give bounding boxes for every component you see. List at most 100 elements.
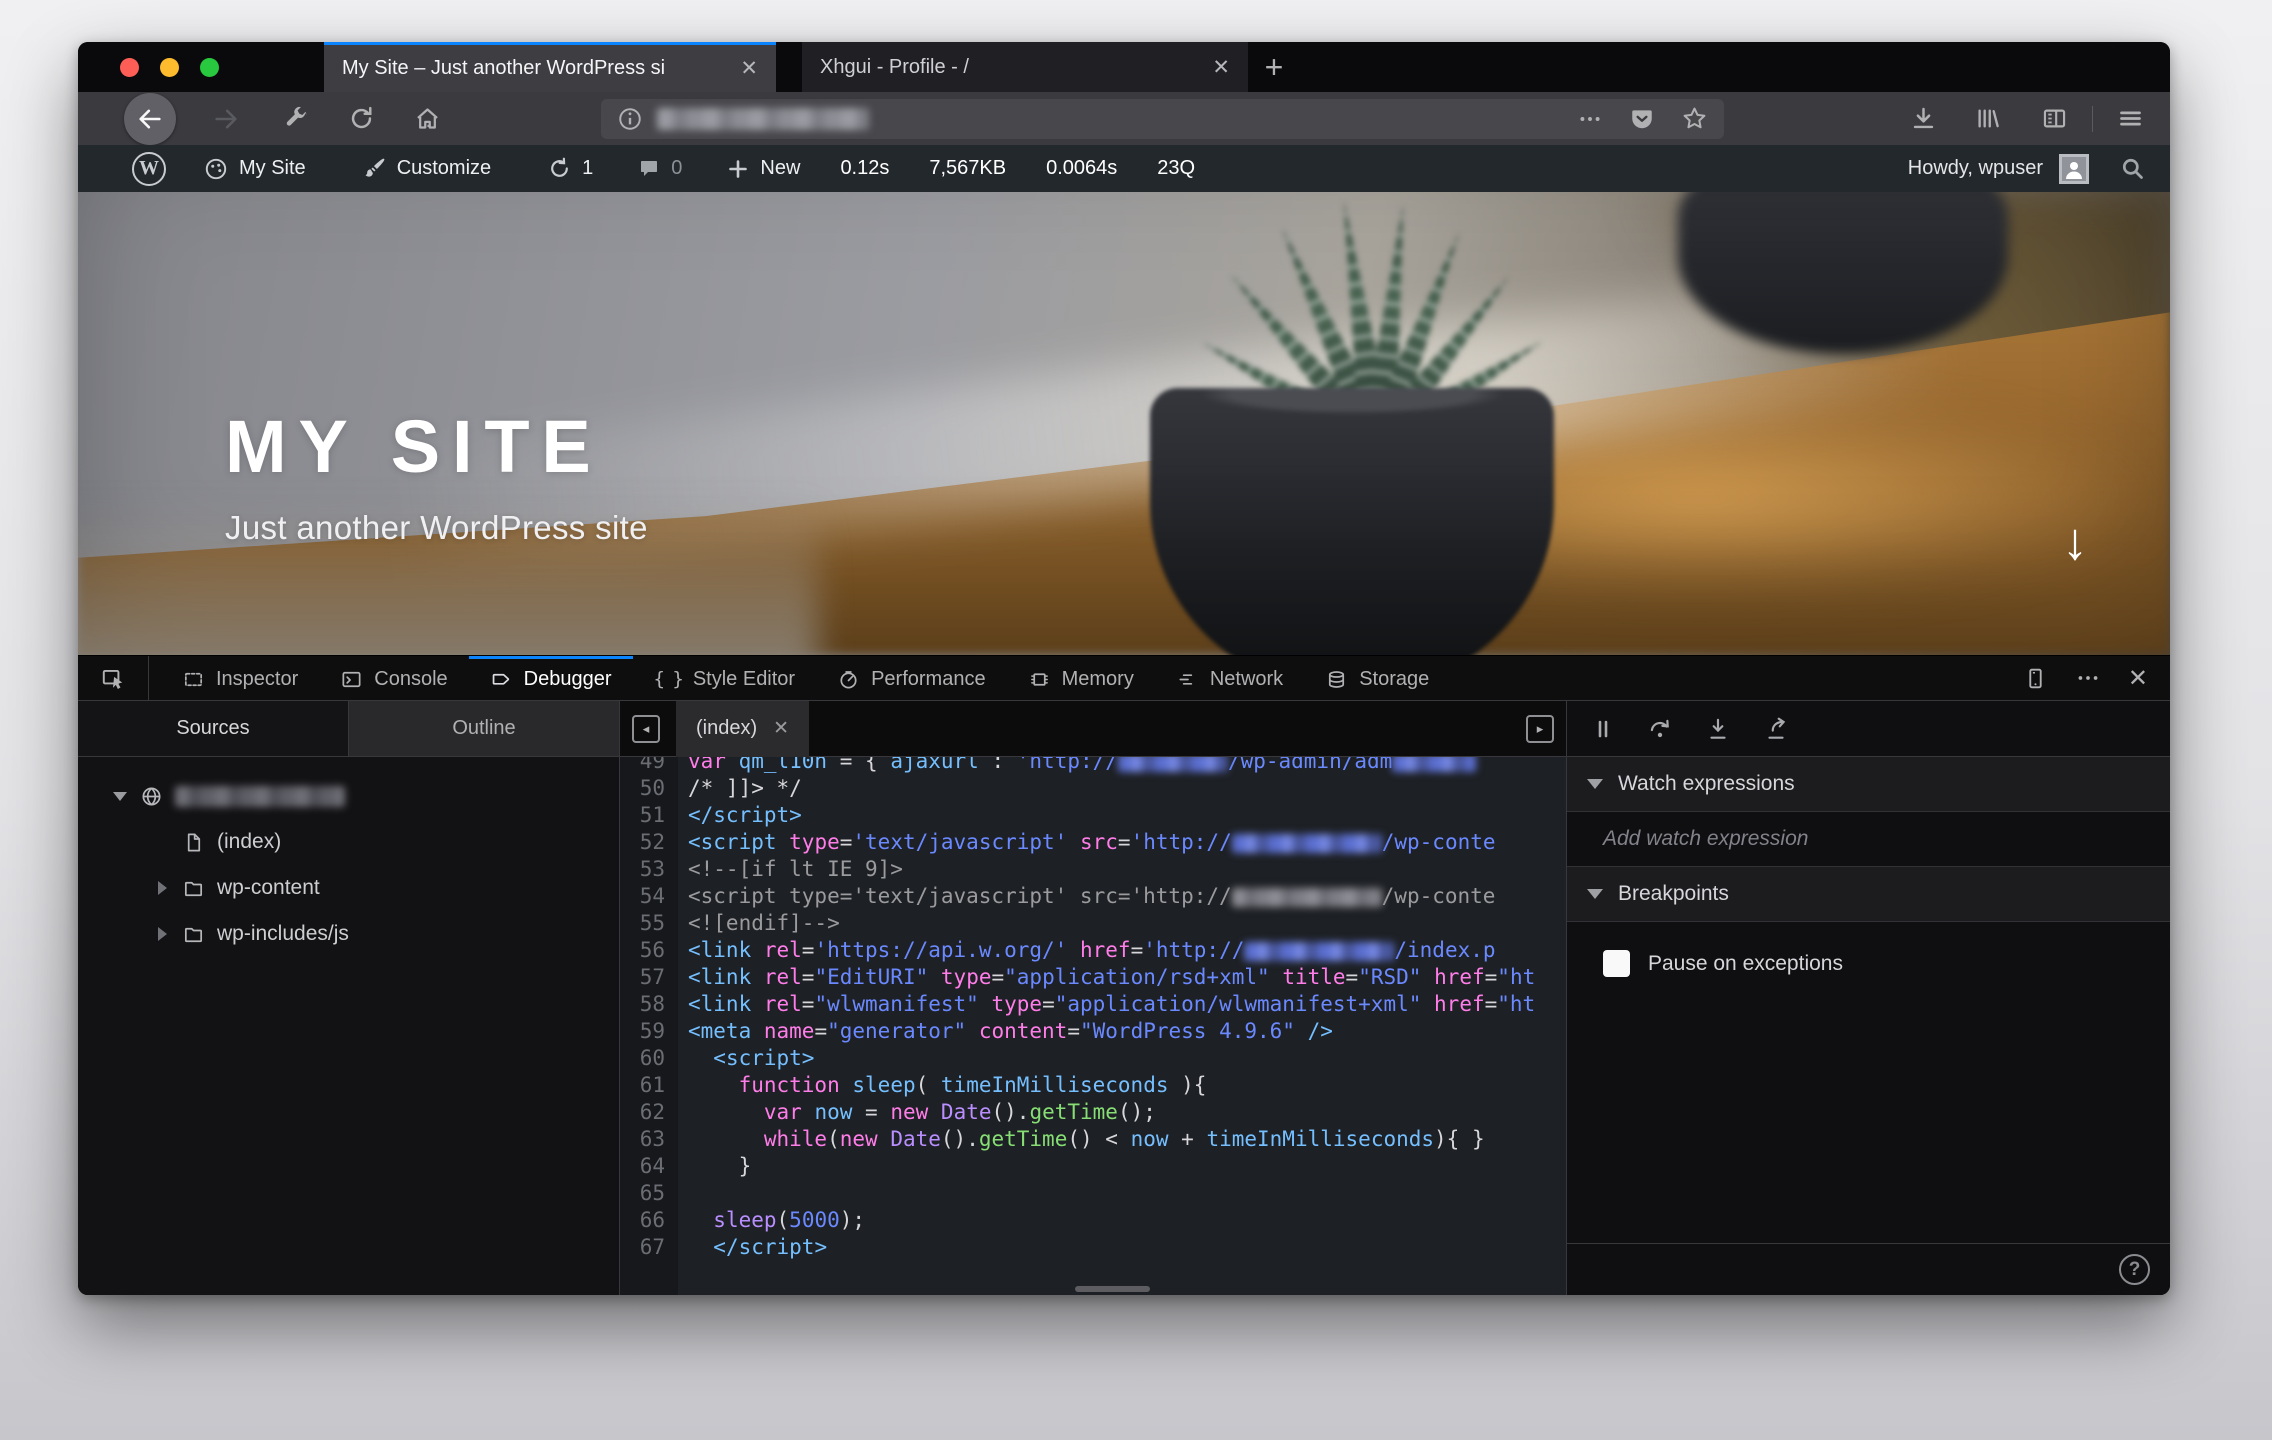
save-to-pocket-button[interactable] [1629, 106, 1655, 132]
collapse-sources-pane-button[interactable]: ◂ [632, 714, 660, 743]
expand-panes-button[interactable]: ▸ [1526, 714, 1554, 743]
step-in-button[interactable] [1705, 716, 1731, 742]
howdy-user-menu[interactable]: Howdy, wpuser [1908, 157, 2043, 180]
devtools-tab-performance[interactable]: Performance [816, 656, 1007, 700]
page-actions-button[interactable] [1577, 106, 1603, 132]
line-number[interactable]: 62 [620, 1099, 665, 1126]
line-number[interactable]: 49 [620, 757, 665, 775]
step-out-button[interactable] [1763, 716, 1789, 742]
devtools-tab-memory[interactable]: Memory [1007, 656, 1155, 700]
line-number[interactable]: 51 [620, 802, 665, 829]
horizontal-scrollbar[interactable] [1075, 1286, 1150, 1292]
line-number[interactable]: 67 [620, 1234, 665, 1261]
tree-item--index-[interactable]: (index) [78, 819, 619, 865]
blurred-url-text [657, 107, 869, 130]
line-number[interactable]: 50 [620, 775, 665, 802]
user-avatar[interactable] [2059, 153, 2089, 184]
source-file-tree: (index) wp-content wp-includes/js [78, 757, 619, 1295]
editor-file-tab[interactable]: (index) ✕ [676, 700, 810, 757]
performance-icon [837, 668, 860, 691]
code-line: <script type='text/javascript' src='http… [688, 830, 1496, 854]
line-number[interactable]: 55 [620, 910, 665, 937]
scroll-down-arrow[interactable]: ↓ [2062, 512, 2088, 572]
new-tab-button[interactable]: + [1248, 42, 1300, 92]
admin-bar-my-site[interactable]: My Site [203, 156, 306, 182]
forward-arrow-icon [215, 109, 237, 128]
line-number[interactable]: 63 [620, 1126, 665, 1153]
browser-tab-xhgui[interactable]: Xhgui - Profile - / ✕ [802, 42, 1248, 92]
expander-closed-icon[interactable] [150, 881, 174, 895]
expander-closed-icon[interactable] [150, 927, 174, 941]
forward-button[interactable] [212, 105, 240, 133]
line-number[interactable]: 56 [620, 937, 665, 964]
devtools-tab-strip: Inspector Console Debugger { } Style Editor P… [149, 656, 1450, 700]
blurred-url-text [1231, 833, 1382, 853]
bookmark-star-button[interactable] [1681, 105, 1708, 132]
tree-item-root[interactable] [78, 773, 619, 819]
close-tab-icon[interactable]: ✕ [740, 56, 758, 81]
line-number[interactable]: 57 [620, 964, 665, 991]
admin-bar-comments[interactable]: 0 [637, 157, 682, 181]
tree-item-wp-content[interactable]: wp-content [78, 865, 619, 911]
browser-tab-my-site[interactable]: My Site – Just another WordPress si ✕ [324, 42, 776, 92]
minimize-window-button[interactable] [160, 57, 179, 77]
devtools-tab-inspector[interactable]: Inspector [161, 656, 319, 700]
new-label: New [760, 157, 801, 179]
devtools-tab-console[interactable]: Console [319, 656, 468, 700]
pick-element-button[interactable] [78, 656, 148, 700]
line-number[interactable]: 64 [620, 1153, 665, 1180]
site-title[interactable]: MY SITE [225, 404, 648, 489]
breakpoints-header[interactable]: Breakpoints [1567, 867, 2170, 922]
line-number[interactable]: 54 [620, 883, 665, 910]
admin-search-button[interactable] [2119, 155, 2146, 182]
devtools-tab-storage[interactable]: Storage [1304, 656, 1450, 700]
library-button[interactable] [1974, 105, 2001, 132]
line-number[interactable]: 52 [620, 829, 665, 856]
reload-button[interactable] [348, 105, 375, 132]
devtools-menu-button[interactable] [2075, 665, 2101, 691]
code-line: <meta name="generator" content="WordPres… [688, 1019, 1333, 1043]
line-number[interactable]: 60 [620, 1045, 665, 1072]
pause-button[interactable] [1591, 717, 1615, 741]
admin-bar-updates[interactable]: 1 [547, 156, 593, 181]
code-line: <link rel="wlwmanifest" type="applicatio… [688, 992, 1536, 1016]
close-tab-icon[interactable]: ✕ [1212, 55, 1230, 80]
line-number[interactable]: 61 [620, 1072, 665, 1099]
menu-button[interactable] [2117, 105, 2144, 132]
line-number[interactable]: 58 [620, 991, 665, 1018]
url-bar[interactable] [601, 98, 1724, 139]
hamburger-menu-icon [2120, 111, 2141, 126]
tab-outline[interactable]: Outline [349, 701, 619, 756]
back-button[interactable] [124, 92, 176, 145]
site-info-icon[interactable] [617, 106, 643, 132]
line-number[interactable]: 53 [620, 856, 665, 883]
step-over-button[interactable] [1647, 716, 1673, 742]
pause-on-exceptions-checkbox[interactable] [1603, 950, 1630, 977]
devtools-tab-network[interactable]: Network [1155, 656, 1304, 700]
devtools-tab-debugger[interactable]: Debugger [468, 656, 633, 700]
line-number[interactable]: 65 [620, 1180, 665, 1207]
admin-bar-customize[interactable]: Customize [362, 156, 491, 181]
home-button[interactable] [414, 105, 441, 132]
close-devtools-button[interactable]: ✕ [2128, 664, 2148, 693]
zoom-window-button[interactable] [200, 57, 219, 77]
add-watch-expression-input[interactable]: Add watch expression [1567, 812, 2170, 867]
tree-item-wp-includes-js[interactable]: wp-includes/js [78, 911, 619, 957]
expander-open-icon[interactable] [108, 791, 132, 801]
line-number[interactable]: 59 [620, 1018, 665, 1045]
sidebar-toggle-button[interactable] [2041, 105, 2068, 132]
close-window-button[interactable] [120, 57, 139, 77]
watch-expressions-header[interactable]: Watch expressions [1567, 757, 2170, 812]
developer-tools-button[interactable] [283, 106, 309, 132]
downloads-button[interactable] [1910, 105, 1937, 132]
code-lines: var qm_l10n = { ajaxurl : 'http:///wp-ad… [678, 757, 1566, 1295]
line-number[interactable]: 66 [620, 1207, 665, 1234]
admin-bar-new[interactable]: New [726, 157, 800, 181]
help-button[interactable]: ? [2119, 1254, 2150, 1285]
responsive-design-mode-button[interactable] [2023, 666, 2048, 691]
close-file-icon[interactable]: ✕ [773, 717, 789, 740]
devtools-tab-style-editor[interactable]: { } Style Editor [633, 656, 817, 700]
tab-sources[interactable]: Sources [78, 701, 349, 756]
wordpress-logo-icon[interactable]: W [132, 151, 166, 186]
